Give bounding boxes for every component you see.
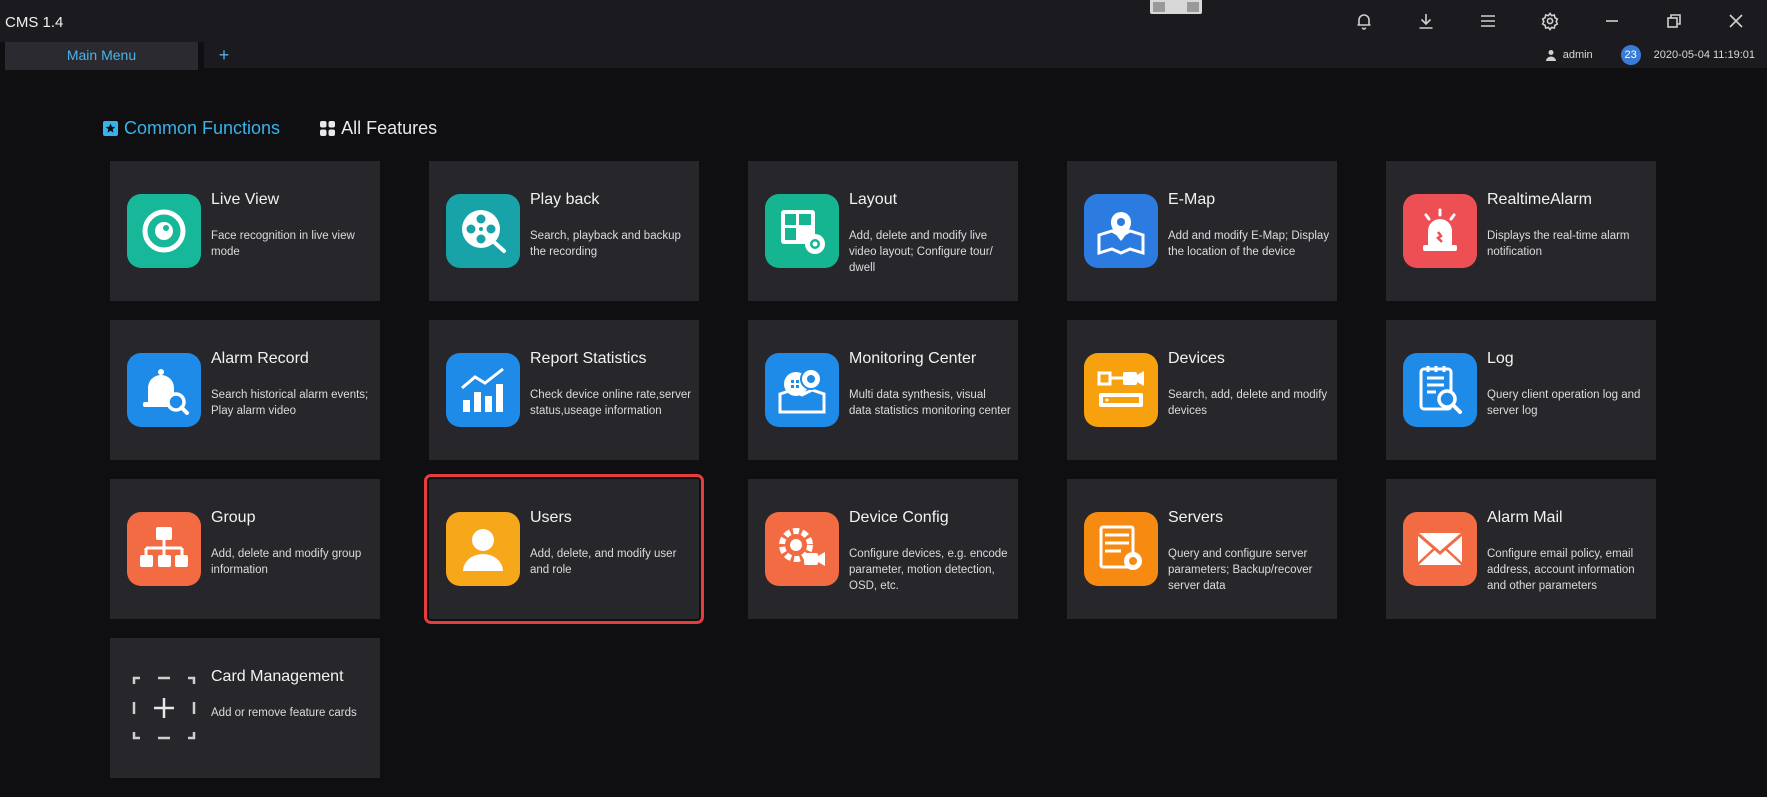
card-description: Face recognition in live view mode [211,230,355,258]
card-title: Card Management [211,668,344,685]
log-search-icon [1403,353,1477,427]
card-title: Log [1487,350,1514,367]
card-log[interactable]: Log Query client operation log and serve… [1386,320,1656,460]
card-title: Group [211,509,256,526]
card-play-back[interactable]: Play back Search, playback and backup th… [429,161,699,301]
card-realtime-alarm[interactable]: RealtimeAlarm Displays the real-time ala… [1386,161,1656,301]
card-description: Multi data synthesis, visual data statis… [849,389,1011,417]
close-icon[interactable] [1705,0,1767,42]
card-users[interactable]: Users Add, delete, and modify user and r… [424,474,704,624]
card-description: Add, delete and modify live video layout… [849,230,993,274]
tab-all-features-label: All Features [341,118,438,138]
card-title: Play back [530,191,600,208]
card-group[interactable]: Group Add, delete and modify group infor… [110,479,380,619]
bell-icon[interactable] [1333,0,1395,42]
alarm-siren-icon [1403,194,1477,268]
card-description: Search, playback and backup the recordin… [530,230,681,258]
settings-icon[interactable] [1519,0,1581,42]
card-management[interactable]: Card Management Add or remove feature ca… [110,638,380,778]
menu-icon[interactable] [1457,0,1519,42]
card-title: Servers [1168,509,1224,526]
restore-icon[interactable] [1643,0,1705,42]
card-title: Devices [1168,350,1225,367]
tab-bar: Main Menu + admin 23 2020-05-04 11:19:01 [0,42,1767,70]
user-info[interactable]: admin [1545,49,1593,61]
map-pin-icon [1084,194,1158,268]
minimize-icon[interactable] [1581,0,1643,42]
live-view-icon [127,194,201,268]
collapse-widget[interactable] [1150,0,1202,14]
device-config-icon [765,512,839,586]
add-card-icon [127,671,201,745]
card-title: Report Statistics [530,350,647,367]
device-camera-icon [1084,353,1158,427]
card-device-config[interactable]: Device Config Configure devices, e.g. en… [748,479,1018,619]
card-description: Query and configure server parameters; B… [1168,548,1313,592]
tab-strip [204,42,1767,68]
card-title: Monitoring Center [849,350,977,367]
card-alarm-record[interactable]: Alarm Record Search historical alarm eve… [110,320,380,460]
clock: 2020-05-04 11:19:01 [1653,49,1755,61]
card-description: Check device online rate,server status,u… [530,389,692,417]
title-bar: CMS 1.4 [0,0,1767,43]
card-description: Configure devices, e.g. encode parameter… [849,548,1008,592]
window-controls [1333,0,1767,42]
card-description: Displays the real-time alarm notificatio… [1487,230,1630,258]
add-tab-button[interactable]: + [204,42,244,68]
card-live-view[interactable]: Live View Face recognition in live view … [110,161,380,301]
server-gear-icon [1084,512,1158,586]
card-e-map[interactable]: E-Map Add and modify E-Map; Display the … [1067,161,1337,301]
card-description: Query client operation log and server lo… [1487,389,1641,417]
layout-gear-icon [765,194,839,268]
user-icon [446,512,520,586]
status-area: admin 23 2020-05-04 11:19:01 [1545,42,1767,68]
tab-common-functions-label: Common Functions [124,118,281,138]
card-layout[interactable]: Layout Add, delete and modify live video… [748,161,1018,301]
card-description: Add, delete, and modify user and role [530,548,677,576]
card-title: Device Config [849,509,949,526]
card-servers[interactable]: Servers Query and configure server param… [1067,479,1337,619]
card-title: Alarm Record [211,350,309,367]
user-icon [1545,50,1556,61]
notification-badge[interactable]: 23 [1620,45,1641,65]
card-title: RealtimeAlarm [1487,191,1592,208]
tab-all-features[interactable]: All Features [320,118,437,139]
monitoring-center-icon [765,353,839,427]
card-description: Add and modify E-Map; Display the locati… [1168,230,1330,258]
bell-search-icon [127,353,201,427]
card-description: Search, add, delete and modify devices [1168,389,1328,417]
section-tabs: Common Functions All Features [103,118,477,139]
card-title: Layout [849,191,898,208]
card-title: E-Map [1168,191,1216,208]
app-title: CMS 1.4 [5,14,64,31]
card-monitoring-center[interactable]: Monitoring Center Multi data synthesis, … [748,320,1018,460]
username: admin [1562,49,1593,61]
card-report-statistics[interactable]: Report Statistics Check device online ra… [429,320,699,460]
card-description: Add, delete and modify group information [211,548,362,576]
card-title: Live View [211,191,280,208]
download-icon[interactable] [1395,0,1457,42]
mail-icon [1403,512,1477,586]
card-description: Add or remove feature cards [211,707,357,719]
card-alarm-mail[interactable]: Alarm Mail Configure email policy, email… [1386,479,1656,619]
film-reel-icon [446,194,520,268]
card-description: Search historical alarm events; Play ala… [211,389,369,417]
group-tree-icon [127,512,201,586]
bar-chart-icon [446,353,520,427]
card-title: Users [530,509,572,526]
card-title: Alarm Mail [1487,509,1563,526]
card-devices[interactable]: Devices Search, add, delete and modify d… [1067,320,1337,460]
tab-common-functions[interactable]: Common Functions [103,118,280,139]
grid-icon [320,121,336,136]
card-description: Configure email policy, email address, a… [1487,548,1635,592]
star-square-icon [103,121,118,136]
tab-main-menu[interactable]: Main Menu [5,42,198,70]
